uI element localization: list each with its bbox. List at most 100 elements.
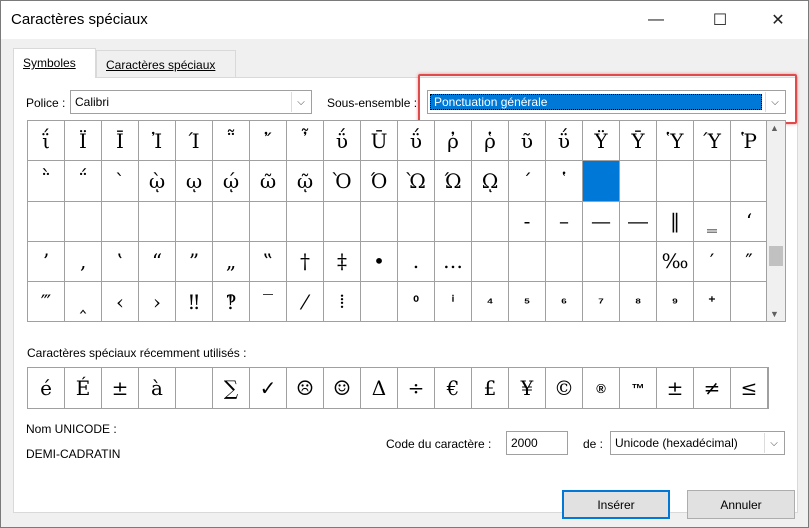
symbol-cell[interactable]: ‡ <box>324 241 361 282</box>
symbol-cell[interactable]: ⁄ <box>287 282 324 321</box>
symbol-cell[interactable]: Ÿ <box>583 121 620 162</box>
symbol-cell[interactable]: – <box>546 201 583 242</box>
symbol-cell[interactable] <box>731 282 766 321</box>
symbol-cell[interactable]: † <box>287 241 324 282</box>
symbol-cell[interactable] <box>102 201 139 242</box>
recent-symbol-cell[interactable]: © <box>546 368 583 408</box>
symbol-cell[interactable]: ‸ <box>65 282 102 321</box>
recent-symbol-cell[interactable]: ≤ <box>731 368 768 408</box>
symbol-cell[interactable]: ’ <box>28 241 65 282</box>
symbol-cell[interactable]: ΰ <box>546 121 583 162</box>
recent-symbol-cell[interactable]: ™ <box>620 368 657 408</box>
symbol-cell[interactable]: ― <box>620 201 657 242</box>
symbol-cell[interactable]: ‰ <box>657 241 694 282</box>
symbol-cell[interactable] <box>176 201 213 242</box>
scroll-up-icon[interactable]: ▲ <box>770 123 779 133</box>
symbol-cell[interactable] <box>435 201 472 242</box>
symbol-cell[interactable]: ´ <box>509 161 546 202</box>
symbol-cell[interactable]: ⁸ <box>620 282 657 321</box>
symbol-cell[interactable]: ‖ <box>657 201 694 242</box>
recent-symbol-cell[interactable]: é <box>28 368 65 408</box>
symbol-cell[interactable]: ⁞ <box>324 282 361 321</box>
symbol-cell[interactable]: ⁷ <box>583 282 620 321</box>
symbol-cell[interactable]: ⁹ <box>657 282 694 321</box>
symbol-cell[interactable]: ‹ <box>102 282 139 321</box>
symbol-grid-scrollbar[interactable]: ▲ ▼ <box>767 120 786 322</box>
symbol-cell[interactable] <box>361 282 398 321</box>
symbol-cell[interactable]: ῭ <box>28 161 65 202</box>
symbol-cell[interactable]: ⁶ <box>546 282 583 321</box>
symbol-cell[interactable]: ” <box>176 241 213 282</box>
symbol-cell[interactable]: ῳ <box>176 161 213 202</box>
symbol-cell[interactable] <box>657 161 694 202</box>
symbol-cell[interactable]: ΐ <box>28 121 65 162</box>
symbol-cell[interactable]: „ <box>213 241 250 282</box>
symbol-cell[interactable]: ′ <box>694 241 731 282</box>
symbol-cell[interactable]: ․ <box>398 241 435 282</box>
tab-special-characters[interactable]: Caractères spéciaux <box>96 50 236 77</box>
symbol-cell[interactable]: ‘ <box>731 202 766 242</box>
recent-symbol-cell[interactable]: £ <box>472 368 509 408</box>
symbol-cell[interactable] <box>472 201 509 242</box>
symbol-cell[interactable] <box>398 201 435 242</box>
symbol-cell[interactable]: ` <box>102 161 139 202</box>
recent-symbol-cell[interactable]: Δ <box>361 368 398 408</box>
scroll-down-icon[interactable]: ▼ <box>770 309 779 319</box>
symbol-cell[interactable]: ῲ <box>139 161 176 202</box>
close-icon[interactable]: ✕ <box>755 5 801 35</box>
recent-symbol-cell[interactable]: ÷ <box>398 368 435 408</box>
symbol-cell[interactable]: Ὸ <box>324 161 361 202</box>
maximize-icon[interactable]: ☐ <box>697 5 743 35</box>
symbol-cell[interactable]: Ύ <box>694 121 731 162</box>
recent-symbol-cell[interactable]: ✓ <box>250 368 287 408</box>
symbol-cell[interactable] <box>731 161 766 202</box>
symbol-cell[interactable]: ⁺ <box>694 282 731 321</box>
symbol-cell[interactable]: ‼ <box>176 282 213 321</box>
recent-symbol-cell[interactable]: ∑ <box>213 368 250 408</box>
symbol-cell[interactable] <box>324 201 361 242</box>
symbol-cell[interactable]: Ϊ <box>65 121 102 162</box>
symbol-cell[interactable]: › <box>139 282 176 321</box>
symbol-cell[interactable] <box>139 201 176 242</box>
symbol-cell[interactable]: ῴ <box>213 161 250 202</box>
symbol-cell[interactable]: ‛ <box>102 241 139 282</box>
symbol-cell[interactable]: ῦ <box>509 121 546 162</box>
symbol-cell[interactable]: ΰ <box>398 121 435 162</box>
recent-symbol-cell[interactable]: ☹ <box>287 368 324 408</box>
symbol-cell[interactable] <box>694 161 731 202</box>
symbol-cell[interactable] <box>472 241 509 282</box>
symbol-cell[interactable]: Ὼ <box>398 161 435 202</box>
symbol-cell[interactable] <box>250 201 287 242</box>
symbol-cell[interactable]: Ȳ <box>620 121 657 162</box>
symbol-cell[interactable]: ‴ <box>28 282 65 321</box>
symbol-cell[interactable]: • <box>361 241 398 282</box>
symbol-cell[interactable] <box>361 201 398 242</box>
symbol-cell[interactable]: ⁱ <box>435 282 472 321</box>
symbol-cell[interactable]: ΅ <box>65 161 102 202</box>
symbol-cell[interactable]: ⁰ <box>398 282 435 321</box>
recent-symbol-cell[interactable]: ☺ <box>324 368 361 408</box>
symbol-cell[interactable] <box>287 201 324 242</box>
symbol-cell[interactable]: ⁵ <box>509 282 546 321</box>
font-select[interactable]: Calibri ⌵ <box>70 90 312 114</box>
symbol-cell[interactable]: ΰ <box>324 121 361 162</box>
recent-symbol-cell[interactable]: É <box>65 368 102 408</box>
symbol-cell[interactable]: ⁴ <box>472 282 509 321</box>
symbol-cell[interactable]: ῶ <box>250 161 287 202</box>
symbol-cell[interactable]: ‟ <box>250 241 287 282</box>
scroll-thumb[interactable] <box>769 246 783 266</box>
symbol-cell[interactable]: ῼ <box>472 161 509 202</box>
symbol-cell[interactable]: Ū <box>361 121 398 162</box>
symbol-cell[interactable]: ῷ <box>287 161 324 202</box>
char-code-input[interactable]: 2000 <box>506 431 568 455</box>
chevron-down-icon[interactable]: ⌵ <box>764 433 783 453</box>
symbol-cell[interactable] <box>509 241 546 282</box>
symbol-cell[interactable] <box>213 201 250 242</box>
recent-symbol-cell[interactable]: € <box>435 368 472 408</box>
symbol-cell[interactable]: Ἰ <box>139 121 176 162</box>
symbol-cell[interactable]: ″ <box>731 242 766 282</box>
symbol-cell[interactable]: Ī <box>102 121 139 162</box>
symbol-cell[interactable]: - <box>509 201 546 242</box>
symbol-cell[interactable]: ῤ <box>435 121 472 162</box>
recent-symbol-cell[interactable]: ± <box>102 368 139 408</box>
